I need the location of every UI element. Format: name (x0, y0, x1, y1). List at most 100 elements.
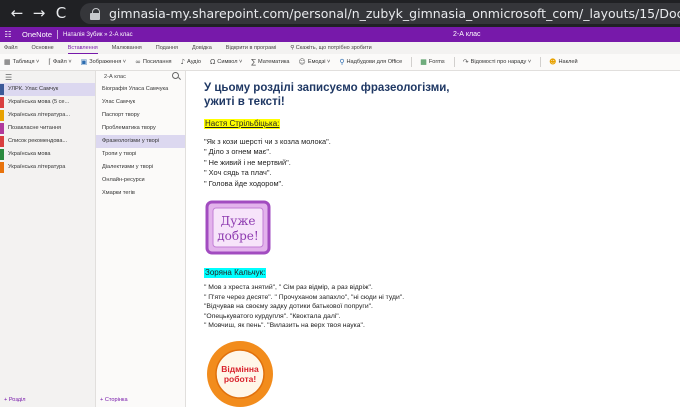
file-label: Файл (53, 59, 67, 65)
page-item[interactable]: Онлайн-ресурси (96, 174, 185, 187)
symbol-button[interactable]: Ω Символ ˅ (210, 58, 242, 66)
phrase-block: " Мов з хреста знятий", " Сім раз відмір… (204, 283, 404, 331)
menu-bar: Файл Основне Вставлення Малювання Поданн… (0, 42, 680, 54)
open-in-app-button[interactable]: Відкрити в програмі (226, 42, 276, 54)
section-item[interactable]: Українська література... (0, 109, 95, 122)
phrase-line: " Хоч сядь та плач". (204, 168, 272, 178)
address-url: gimnasia-my.sharepoint.com/personal/n_zu… (109, 6, 680, 21)
breadcrumb[interactable]: Наталія Зубик » 2-А клас (63, 32, 133, 38)
section-item[interactable]: Українська мова (5 се... (0, 96, 95, 109)
reload-icon[interactable]: C (50, 0, 72, 27)
sticker-button[interactable]: ☻ Наклей (549, 58, 577, 66)
section-label: Українська література... (8, 112, 71, 118)
page-title: У цьому розділі записуємо фразеологізми,… (204, 81, 504, 109)
audio-label: Аудіо (187, 59, 201, 65)
microphone-icon: ♪ (180, 58, 186, 66)
sticker-label: Наклей (558, 59, 578, 65)
page-item[interactable]: Діалектизми у творі (96, 161, 185, 174)
add-section-button[interactable]: + Розділ (4, 397, 26, 403)
search-icon[interactable] (172, 72, 179, 79)
picture-button[interactable]: ▣ Зображення ˅ (81, 58, 126, 66)
page-item[interactable]: Паспорт твору (96, 109, 185, 122)
header-divider (57, 30, 59, 39)
meeting-details-button[interactable]: ↷ Відомості про нараду ˅ (463, 58, 531, 66)
symbol-label: Символ (217, 59, 238, 65)
page-item[interactable]: Проблематика твору (96, 122, 185, 135)
page-item[interactable]: Біографія Уласа Самчука (96, 83, 185, 96)
table-icon: ▦ (4, 58, 11, 66)
tab-file[interactable]: Файл (4, 42, 18, 54)
emoji-label: Емодзі (307, 59, 326, 65)
back-arrow-icon[interactable]: ← (6, 0, 28, 27)
ribbon-insert: ▦ Таблиця ˅ ⌈ Файл ˅ ▣ Зображення ˅ ∞ Посила… (0, 54, 680, 71)
app-name[interactable]: OneNote (22, 30, 52, 39)
phrase-line: " Голова йде ходором". (204, 178, 284, 188)
addins-button[interactable]: ⚲ Надбудови для Office (339, 58, 402, 66)
section-item[interactable]: Позакласне читання (0, 122, 95, 135)
tab-home[interactable]: Основне (32, 42, 54, 54)
page-canvas[interactable]: У цьому розділі записуємо фразеологізми,… (186, 71, 680, 407)
tab-view[interactable]: Подання (156, 42, 178, 54)
meeting-label: Відомості про нараду (470, 59, 527, 65)
forms-button[interactable]: ▦ Forms (420, 58, 444, 66)
phrase-line: " Мовчиш, як пень". "Вилазить на верх тв… (204, 322, 365, 330)
pages-header: 2-А клас (96, 71, 185, 83)
tab-draw[interactable]: Малювання (112, 42, 142, 54)
phrase-line: "Опецькуватого курдупля". "Квоктала далі… (204, 312, 341, 320)
file-button[interactable]: ⌈ Файл ˅ (48, 58, 71, 66)
audio-button[interactable]: ♪ Аудіо (181, 58, 201, 66)
addins-label: Надбудови для Office (346, 59, 403, 65)
link-button[interactable]: ∞ Посилання (135, 58, 171, 66)
app-launcher-icon[interactable]: ☷ (0, 30, 16, 39)
phrase-line: "Як з кози шерсті чи з козла молока". (204, 137, 331, 146)
section-item[interactable]: Українська література (0, 161, 95, 174)
section-color-tab (0, 149, 4, 160)
math-button[interactable]: ∑ Математика (251, 58, 289, 66)
section-label: Українська мова (8, 151, 51, 157)
very-good-sticker: Дуже добре! (205, 200, 271, 255)
omega-icon: Ω (209, 58, 216, 66)
section-label: Українська мова (5 се... (8, 99, 70, 105)
section-item[interactable]: Список рекомендова... (0, 135, 95, 148)
link-label: Посилання (142, 59, 172, 65)
hamburger-menu-icon[interactable]: ☰ (0, 71, 95, 83)
emoji-button[interactable]: ☺ Емодзі ˅ (299, 58, 331, 66)
picture-label: Зображення (89, 59, 122, 65)
section-color-tab (0, 110, 4, 121)
table-button[interactable]: ▦ Таблиця ˅ (4, 58, 39, 66)
section-item[interactable]: Українська мова (0, 148, 95, 161)
sections-pane: ☰ УЛРК. Улас Самчук Українська мова (5 с… (0, 71, 96, 407)
author-name-highlight: Настя Стрільбіцька: (204, 119, 281, 129)
excellent-work-sticker: Відмінна робота! (207, 341, 273, 407)
table-label: Таблиця (12, 59, 35, 65)
picture-icon: ▣ (80, 58, 88, 66)
address-bar[interactable]: gimnasia-my.sharepoint.com/personal/n_zu… (80, 3, 680, 24)
page-item[interactable]: Хмарки тегів (96, 187, 185, 200)
phrase-line: "Відчував на своєму задку дотики батьков… (204, 303, 373, 311)
paperclip-icon: ⌈ (48, 58, 52, 66)
section-label: Позакласне читання (8, 125, 62, 131)
tell-me-search[interactable]: ⚲ Скажіть, що потрібно зробити (290, 42, 371, 54)
smiley-icon: ☺ (298, 58, 306, 66)
sticker-text: добре! (217, 229, 258, 243)
page-item[interactable]: Улас Самчук (96, 96, 185, 109)
link-icon: ∞ (135, 58, 141, 66)
add-page-button[interactable]: + Сторінка (100, 397, 128, 403)
tab-help[interactable]: Довідка (192, 42, 212, 54)
ribbon-divider (453, 57, 455, 67)
sticker-text: робота! (224, 374, 257, 384)
section-label: Українська література (8, 164, 66, 170)
page-item[interactable]: Тропи у творі (96, 148, 185, 161)
tab-insert[interactable]: Вставлення (67, 43, 98, 54)
forward-arrow-icon[interactable]: → (28, 0, 50, 27)
search-addins-icon: ⚲ (339, 58, 345, 66)
section-item[interactable]: УЛРК. Улас Самчук (0, 83, 95, 96)
phrase-line: " Мов з хреста знятий", " Сім раз відмір… (204, 284, 373, 291)
page-title-line: ужиті в тексті! (204, 96, 285, 108)
section-color-tab (0, 123, 4, 134)
phrase-line: " Діло з огнем має". (204, 147, 272, 157)
page-item-active[interactable]: Фразеологізми у творі (96, 135, 185, 148)
section-color-tab (0, 97, 4, 108)
math-label: Математика (258, 59, 290, 65)
lock-icon (90, 7, 102, 20)
